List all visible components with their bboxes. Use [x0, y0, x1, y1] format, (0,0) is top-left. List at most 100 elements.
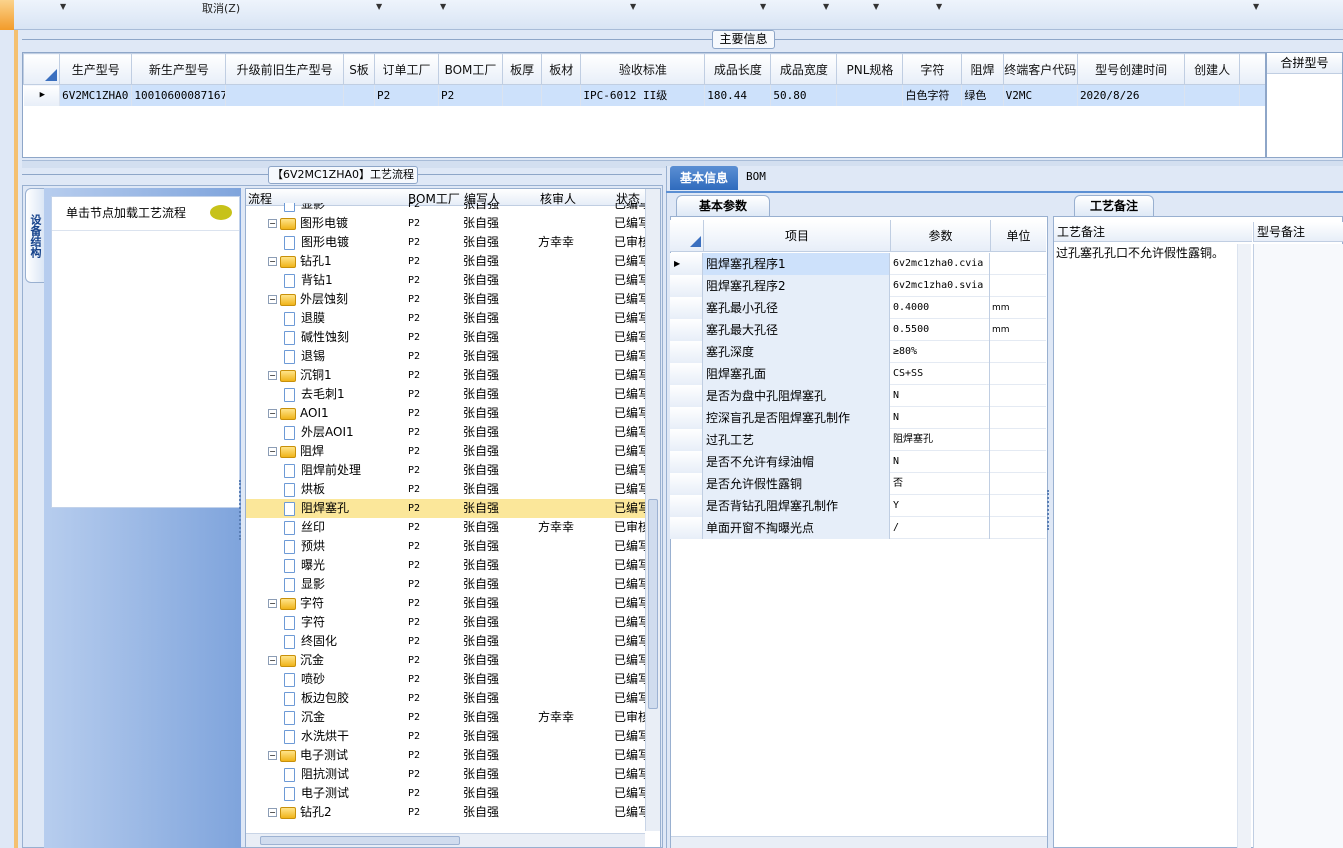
param-row[interactable]: 是否不允许有绿油帽 N [670, 451, 1046, 473]
collapse-icon[interactable]: − [268, 219, 277, 228]
main-cell[interactable] [225, 84, 345, 106]
param-value[interactable]: 0.5500 [890, 319, 990, 341]
main-col-header[interactable]: 字符 [902, 53, 963, 85]
row-indicator[interactable] [670, 385, 703, 407]
collapse-icon[interactable]: − [268, 599, 277, 608]
param-value[interactable]: ≥80% [890, 341, 990, 363]
param-value[interactable]: N [890, 385, 990, 407]
row-indicator[interactable] [670, 451, 703, 473]
main-cell[interactable]: 绿色 [961, 84, 1004, 106]
main-cell[interactable]: 180.44 [704, 84, 772, 106]
tree-row[interactable]: 字符 P2 张自强 已编写 [246, 613, 646, 632]
collapse-icon[interactable]: − [268, 808, 277, 817]
dropdown-arrow-icon[interactable]: ▼ [760, 2, 766, 11]
param-value[interactable]: CS+SS [890, 363, 990, 385]
row-indicator[interactable] [670, 473, 703, 495]
dropdown-arrow-icon[interactable]: ▼ [823, 2, 829, 11]
dropdown-arrow-icon[interactable]: ▼ [440, 2, 446, 11]
main-col-header[interactable]: 新生产型号 [131, 53, 227, 85]
tree-row[interactable]: − 沉金 P2 张自强 已编写 [246, 651, 646, 670]
tab-bom[interactable]: BOM [746, 170, 766, 183]
tree-row[interactable]: − 钻孔1 P2 张自强 已编写 [246, 252, 646, 271]
param-value[interactable]: / [890, 517, 990, 539]
tree-row[interactable]: − 沉铜1 P2 张自强 已编写 [246, 366, 646, 385]
splitter-grip[interactable] [1047, 490, 1051, 530]
tree-row[interactable]: 阻抗测试 P2 张自强 已编写 [246, 765, 646, 784]
select-all-corner[interactable] [690, 236, 701, 247]
main-cell[interactable]: 50.80 [770, 84, 838, 106]
tree-row[interactable]: 退膜 P2 张自强 已编写 [246, 309, 646, 328]
param-row[interactable]: 是否为盘中孔阻焊塞孔 N [670, 385, 1046, 407]
tab-process-notes[interactable]: 工艺备注 [1074, 195, 1154, 217]
collapse-icon[interactable]: − [268, 409, 277, 418]
tab-equipment-structure[interactable]: 设备结构 [25, 188, 45, 283]
collapse-icon[interactable]: − [268, 447, 277, 456]
main-cell[interactable] [836, 84, 904, 106]
collapse-icon[interactable]: − [268, 257, 277, 266]
param-row[interactable]: 是否背钻孔阻焊塞孔制作 Y [670, 495, 1046, 517]
param-row[interactable]: 塞孔最小孔径 0.4000 mm [670, 297, 1046, 319]
param-value[interactable]: 阻焊塞孔 [890, 429, 990, 451]
dropdown-arrow-icon[interactable]: ▼ [936, 2, 942, 11]
tree-row[interactable]: 沉金 P2 张自强 方幸幸 已审核 [246, 708, 646, 727]
tree-row[interactable]: − 电子测试 P2 张自强 已编写 [246, 746, 646, 765]
param-value[interactable]: 否 [890, 473, 990, 495]
main-cell[interactable] [502, 84, 543, 106]
tree-hscrollbar[interactable] [246, 833, 645, 847]
dropdown-arrow-icon[interactable]: ▼ [630, 2, 636, 11]
params-hscrollbar[interactable] [671, 836, 1047, 848]
param-row[interactable]: 过孔工艺 阻焊塞孔 [670, 429, 1046, 451]
main-col-header[interactable]: 板厚 [501, 53, 543, 85]
app-menu-button[interactable] [0, 0, 14, 30]
dropdown-arrow-icon[interactable]: ▼ [376, 2, 382, 11]
main-cell[interactable]: 6V2MC1ZHA0 [59, 84, 133, 106]
param-row[interactable]: 是否允许假性露铜否 [670, 473, 1046, 495]
row-indicator[interactable] [670, 517, 703, 539]
col-unit[interactable]: 单位 [990, 220, 1046, 252]
tree-row[interactable]: − 外层蚀刻 P2 张自强 已编写 [246, 290, 646, 309]
param-row[interactable]: 塞孔深度 ≥80% [670, 341, 1046, 363]
tree-row[interactable]: 显影 P2 张自强 已编写 [246, 575, 646, 594]
dropdown-arrow-icon[interactable]: ▼ [873, 2, 879, 11]
process-notes-text[interactable]: 过孔塞孔孔口不允许假性露铜。 [1056, 244, 1236, 262]
tree-row[interactable]: 板边包胶 P2 张自强 已编写 [246, 689, 646, 708]
col-item[interactable]: 项目 [703, 220, 890, 252]
tree-row[interactable]: 外层AOI1 P2 张自强 已编写 [246, 423, 646, 442]
row-indicator[interactable] [670, 297, 703, 319]
tree-row[interactable]: 阻焊前处理 P2 张自强 已编写 [246, 461, 646, 480]
main-cell[interactable]: V2MC [1003, 84, 1078, 106]
param-value[interactable]: 0.4000 [890, 297, 990, 319]
row-indicator[interactable] [670, 495, 703, 517]
main-cell[interactable]: IPC-6012 II级 [580, 84, 706, 106]
param-value[interactable]: Y [890, 495, 990, 517]
tree-vscrollbar[interactable] [645, 189, 660, 831]
collapse-icon[interactable]: − [268, 656, 277, 665]
collapse-icon[interactable]: − [268, 751, 277, 760]
tree-row[interactable]: 去毛刺1 P2 张自强 已编写 [246, 385, 646, 404]
tree-row[interactable]: 曝光 P2 张自强 已编写 [246, 556, 646, 575]
dropdown-arrow-icon[interactable]: ▼ [60, 2, 66, 11]
param-value[interactable]: 6v2mc1zha0.cvia [890, 253, 990, 275]
param-row[interactable]: 阻焊塞孔面 CS+SS [670, 363, 1046, 385]
main-cell[interactable]: P2 [374, 84, 439, 106]
select-all-corner[interactable] [23, 53, 61, 85]
tree-row[interactable]: − 图形电镀 P2 张自强 已编写 [246, 214, 646, 233]
tree-row[interactable]: 烘板 P2 张自强 已编写 [246, 480, 646, 499]
param-row[interactable]: 塞孔最大孔径 0.5500 mm [670, 319, 1046, 341]
main-cell[interactable]: 白色字符 [902, 84, 963, 106]
param-row[interactable]: ▶ 阻焊塞孔程序1 6v2mc1zha0.cvia [670, 253, 1046, 275]
tree-row[interactable]: 预烘 P2 张自强 已编写 [246, 537, 646, 556]
param-value[interactable]: 6v2mc1zha0.svia [890, 275, 990, 297]
tree-row[interactable]: 水洗烘干 P2 张自强 已编写 [246, 727, 646, 746]
collapse-icon[interactable]: − [268, 371, 277, 380]
scroll-thumb[interactable] [648, 499, 658, 709]
notes-vscrollbar[interactable] [1237, 244, 1251, 848]
tree-row[interactable]: 丝印 P2 张自强 方幸幸 已审核 [246, 518, 646, 537]
row-indicator[interactable] [670, 319, 703, 341]
row-indicator[interactable] [670, 275, 703, 297]
row-indicator[interactable]: ▶ [670, 253, 703, 275]
param-value[interactable]: N [890, 407, 990, 429]
main-col-header[interactable]: 成品宽度 [770, 53, 838, 85]
main-col-header[interactable]: 创建人 [1184, 53, 1240, 85]
main-col-header[interactable]: 终端客户代码 [1002, 53, 1078, 85]
